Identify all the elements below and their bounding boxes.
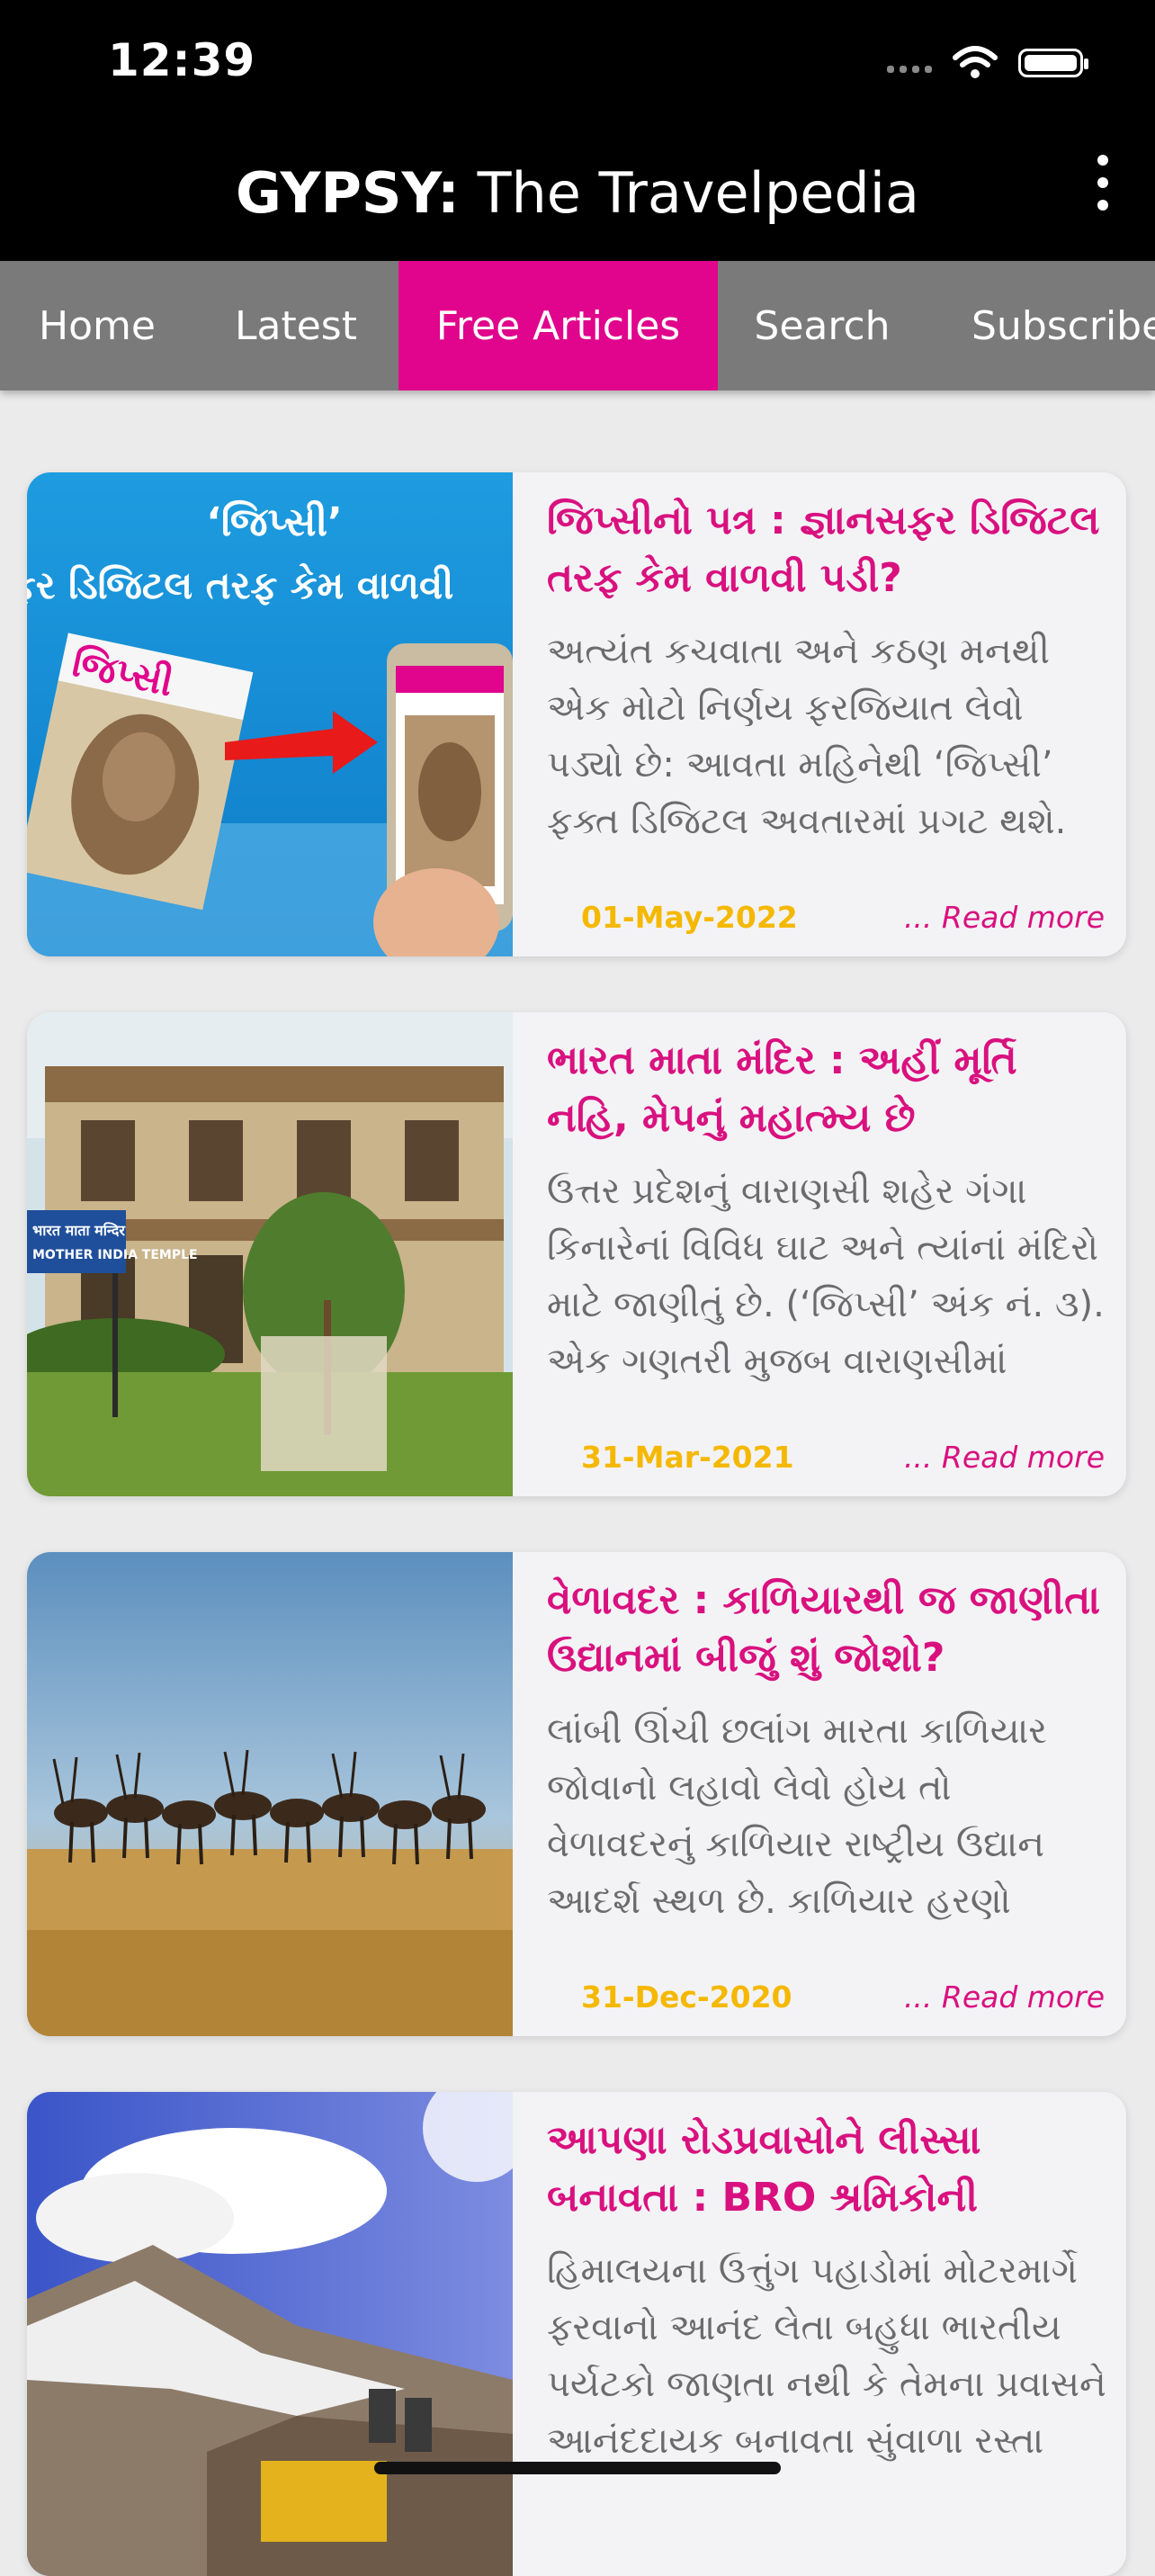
article-image: ‘જિપ્સી’ સફર ડિજિટલ તરફ કેમ વાળવી જિપ્સી — [27, 472, 513, 956]
read-more-link[interactable]: ... Read more — [904, 1979, 1105, 2015]
article-card[interactable]: ‘જિપ્સી’ સફર ડિજિટલ તરફ કેમ વાળવી જિપ્સી… — [27, 472, 1126, 956]
tab-subscribe[interactable]: Subscribe — [927, 261, 1155, 390]
article-excerpt: અત્યંત કચવાતા અને કઠણ મનથી એક મોટો નિર્ણ… — [547, 631, 1067, 842]
read-more-link[interactable]: ... Read more — [904, 900, 1105, 935]
article-text: ભારત માતા મંદિર : અહીં મૂર્તિ નહિ, મેપનુ… — [547, 1032, 1106, 1496]
article-date: 31-Mar-2021 — [581, 1440, 794, 1475]
svg-text:MOTHER INDIA TEMPLE: MOTHER INDIA TEMPLE — [32, 1248, 198, 1262]
app-header: 12:39 GYPSY: The Travelpedia — [0, 0, 1155, 261]
article-image — [27, 1552, 513, 2036]
article-text: વેળાવદર : કાળિયારથી જ જાણીતા ઉદ્યાનમાં બ… — [547, 1572, 1106, 2036]
article-image — [27, 2092, 513, 2576]
tab-bar: Home Latest Free Articles Search Subscri… — [0, 261, 1155, 390]
svg-text:‘જિપ્સી’: ‘જિપ્સી’ — [206, 499, 343, 545]
article-date: 31-Dec-2020 — [581, 1979, 792, 2015]
status-icons — [887, 45, 1088, 81]
article-title[interactable]: વેળાવદર : કાળિયારથી જ જાણીતા ઉદ્યાનમાં બ… — [547, 1572, 1106, 1687]
battery-icon — [1018, 49, 1088, 77]
status-time: 12:39 — [108, 34, 256, 86]
svg-text:સફર ડિજિટલ તરફ કેમ વાળવી: સફર ડિજિટલ તરફ કેમ વાળવી — [27, 563, 453, 607]
article-excerpt: હિમાલયના ઉત્તુંગ પહાડોમાં મોટરમાર્ગે ફરવ… — [547, 2250, 1106, 2462]
article-text: જિપ્સીનો પત્ર : જ્ઞાનસફર ડિજિટલ તરફ કેમ … — [547, 492, 1106, 956]
tab-search[interactable]: Search — [718, 261, 927, 390]
article-card[interactable]: भारत माता मन्दिर MOTHER INDIA TEMPLE ભાર… — [27, 1012, 1126, 1496]
article-card[interactable]: આપણા રોડપ્રવાસોને લીસ્સા બનાવતા : BRO શ્… — [27, 2092, 1126, 2576]
article-title[interactable]: ભારત માતા મંદિર : અહીં મૂર્તિ નહિ, મેપનુ… — [547, 1032, 1106, 1147]
tab-free-articles[interactable]: Free Articles — [398, 261, 718, 390]
wifi-icon — [953, 46, 998, 78]
article-excerpt: લાંબી ઊંચી છલાંગ મારતા કાળિયાર જોવાનો લહ… — [547, 1710, 1047, 1922]
article-image: भारत माता मन्दिर MOTHER INDIA TEMPLE — [27, 1012, 513, 1496]
more-vertical-icon[interactable] — [1085, 151, 1121, 214]
article-excerpt: ઉત્તર પ્રદેશનું વારાણસી શહેર ગંગા કિનારે… — [547, 1171, 1105, 1382]
article-card[interactable]: વેળાવદર : કાળિયારથી જ જાણીતા ઉદ્યાનમાં બ… — [27, 1552, 1126, 2036]
home-indicator[interactable] — [374, 2462, 781, 2474]
article-text: આપણા રોડપ્રવાસોને લીસ્સા બનાવતા : BRO શ્… — [547, 2112, 1106, 2576]
tab-latest[interactable]: Latest — [194, 261, 398, 390]
read-more-link[interactable]: ... Read more — [904, 1440, 1105, 1475]
tab-home[interactable]: Home — [0, 261, 194, 390]
article-title[interactable]: આપણા રોડપ્રવાસોને લીસ્સા બનાવતા : BRO શ્… — [547, 2112, 1106, 2227]
app-title: GYPSY: The Travelpedia — [236, 160, 919, 226]
svg-text:भारत माता मन्दिर: भारत माता मन्दिर — [32, 1222, 126, 1239]
article-title[interactable]: જિપ્સીનો પત્ર : જ્ઞાનસફર ડિજિટલ તરફ કેમ … — [547, 492, 1106, 607]
signal-icon — [887, 53, 932, 73]
article-date: 01-May-2022 — [581, 900, 798, 935]
